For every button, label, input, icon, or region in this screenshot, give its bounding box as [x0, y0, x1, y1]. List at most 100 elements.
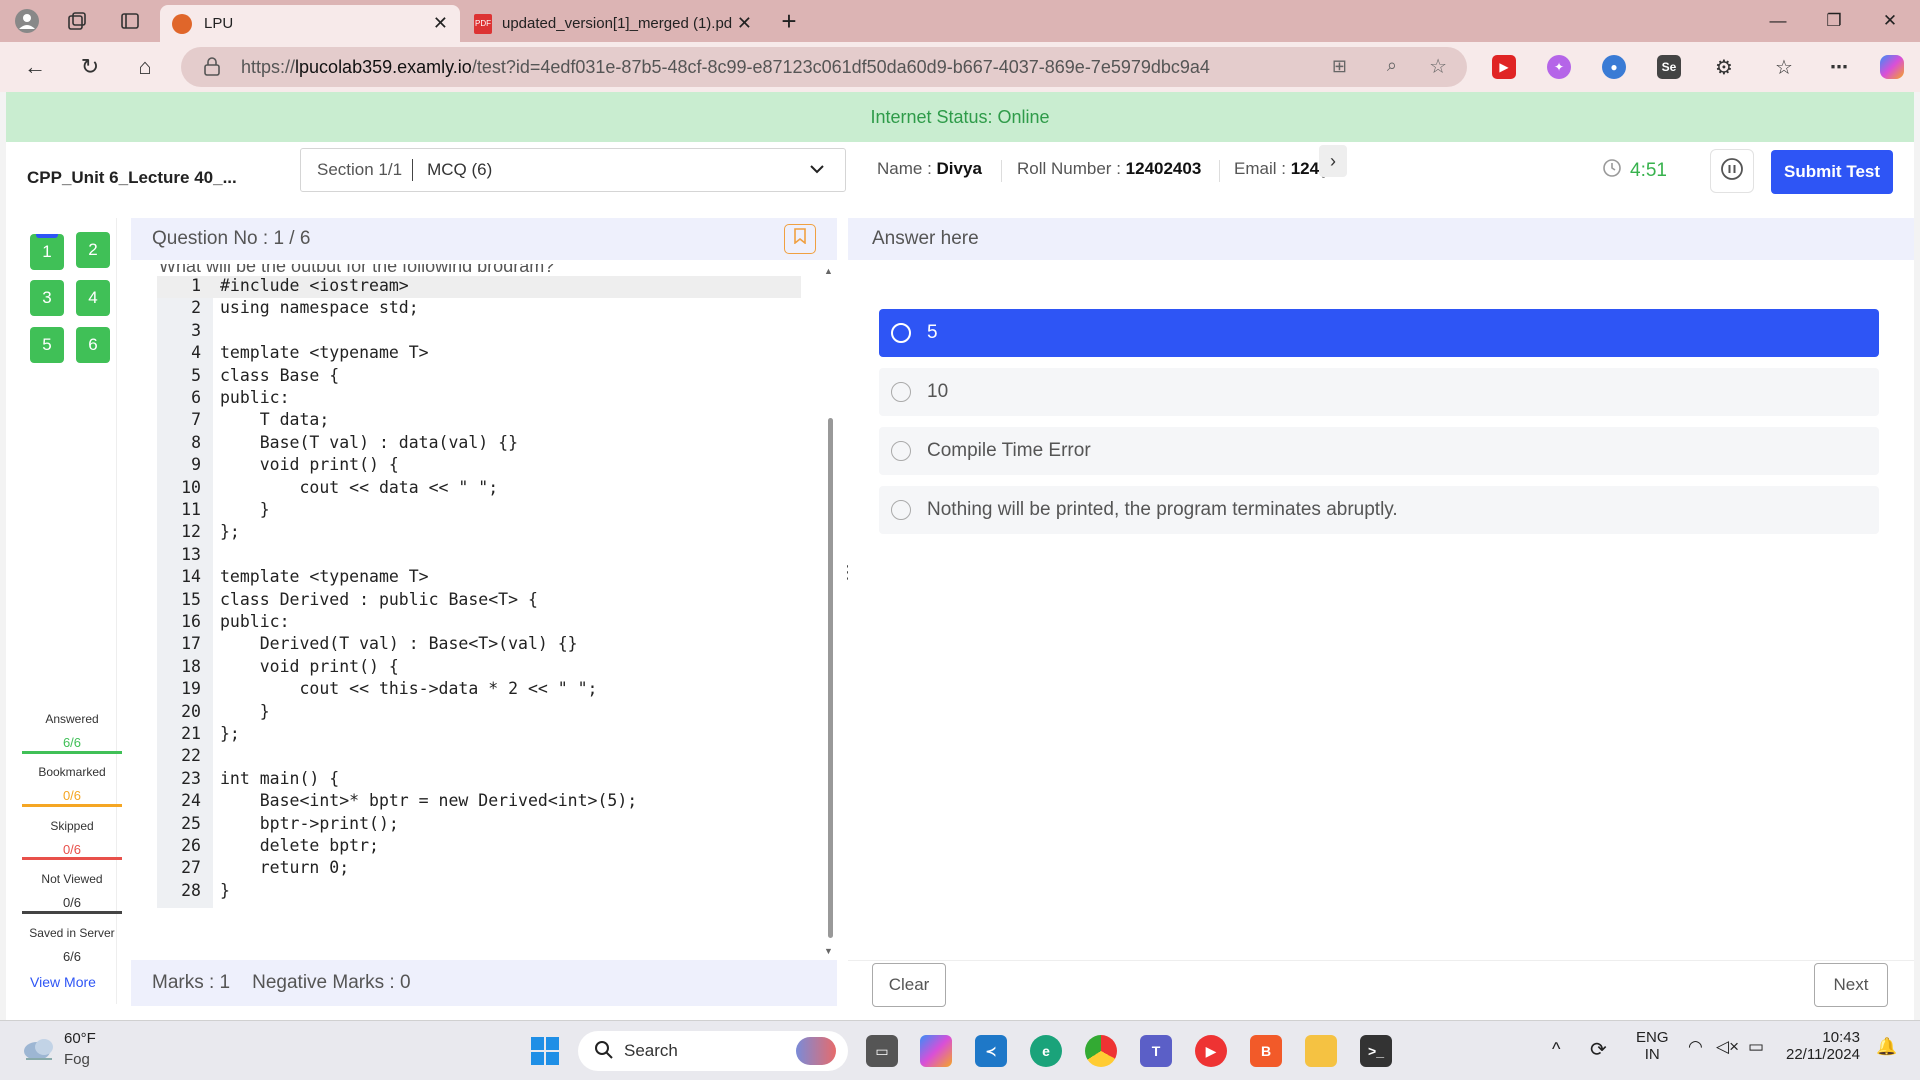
battery-icon[interactable]: ▭ [1748, 1037, 1764, 1057]
scrollbar[interactable] [828, 418, 833, 938]
file-explorer-icon[interactable] [1305, 1035, 1337, 1067]
radio-icon[interactable] [891, 500, 911, 520]
name-value: Divya [936, 159, 982, 178]
copilot-icon[interactable] [1880, 55, 1904, 79]
task-view-icon[interactable]: ▭ [866, 1035, 898, 1067]
pause-button[interactable] [1710, 149, 1754, 193]
new-tab-icon[interactable]: + [776, 6, 802, 36]
taskbar-search[interactable]: Search [578, 1031, 848, 1071]
question-button-5[interactable]: 5 [30, 327, 64, 363]
code-line: 16 public: [157, 612, 801, 634]
next-button[interactable]: Next [1814, 963, 1888, 1007]
legend-bar [22, 911, 122, 914]
address-bar-row: ← ↻ ⌂ https://lpucolab359.examly.io/test… [0, 42, 1920, 92]
teams-icon[interactable]: T [1140, 1035, 1172, 1067]
question-button-1[interactable]: 1 [30, 234, 64, 270]
sync-icon[interactable]: ⟳ [1590, 1037, 1607, 1062]
more-menu-icon[interactable]: ⋯ [1827, 55, 1851, 79]
back-icon[interactable]: ← [20, 52, 50, 82]
clear-button[interactable]: Clear [872, 963, 946, 1007]
view-more-link[interactable]: View More [6, 974, 120, 990]
code-line: 6 public: [157, 388, 801, 410]
close-window-icon[interactable]: ✕ [1870, 8, 1910, 34]
zoom-icon[interactable]: ⌕ [1387, 55, 1397, 76]
option-2[interactable]: 10 [879, 368, 1879, 416]
legend-label: Skipped [50, 819, 94, 833]
wifi-icon[interactable]: ◠ [1688, 1037, 1703, 1057]
section-dropdown[interactable]: Section 1/1 MCQ (6) [300, 148, 846, 192]
language-indicator[interactable]: ENG IN [1636, 1029, 1669, 1063]
url-input[interactable]: https://lpucolab359.examly.io/test?id=4e… [181, 47, 1467, 87]
edge-icon[interactable]: e [1030, 1035, 1062, 1067]
search-label: Search [624, 1041, 678, 1060]
selenium-ext-icon[interactable]: Se [1657, 55, 1681, 79]
legend-count: 6/6 [62, 735, 82, 750]
home-icon[interactable]: ⌂ [130, 52, 160, 82]
code-text: using namespace std; [220, 298, 419, 318]
submit-test-button[interactable]: Submit Test [1771, 150, 1893, 194]
line-number: 18 [181, 656, 201, 676]
tab-actions-icon[interactable] [117, 8, 143, 34]
terminal-icon[interactable]: >_ [1360, 1035, 1392, 1067]
option-1[interactable]: 5 [879, 309, 1879, 357]
ext-blue-icon[interactable]: ● [1602, 55, 1626, 79]
line-number: 20 [181, 701, 201, 721]
profile-icon[interactable] [14, 8, 40, 34]
minimize-icon[interactable]: — [1758, 8, 1798, 34]
favorite-star-icon[interactable]: ☆ [1429, 54, 1447, 79]
youtube-ext-icon[interactable]: ▶ [1492, 55, 1516, 79]
app-view-icon[interactable]: ⊞ [1332, 56, 1347, 77]
ext-brain-icon[interactable]: ✦ [1547, 55, 1571, 79]
close-tab-icon[interactable]: ✕ [433, 13, 448, 34]
brave-icon[interactable]: B [1250, 1035, 1282, 1067]
tab-lpu[interactable]: LPU ✕ [160, 5, 460, 42]
refresh-icon[interactable]: ↻ [75, 52, 105, 82]
favorites-icon[interactable]: ☆ [1772, 55, 1796, 79]
course-title: CPP_Unit 6_Lecture 40_... [27, 168, 237, 187]
copilot-taskbar-icon[interactable] [920, 1035, 952, 1067]
close-tab-icon[interactable]: ✕ [737, 13, 752, 34]
media-player-icon[interactable]: ▶ [1195, 1035, 1227, 1067]
chrome-icon[interactable] [1085, 1035, 1117, 1067]
line-number: 15 [181, 589, 201, 609]
divider [1219, 160, 1220, 182]
question-button-3[interactable]: 3 [30, 280, 64, 316]
clock[interactable]: 10:43 22/11/2024 [1786, 1029, 1860, 1063]
code-text: void print() { [220, 656, 399, 676]
chevron-right-icon[interactable]: › [1319, 145, 1347, 177]
question-button-6[interactable]: 6 [76, 327, 110, 363]
code-text: delete bptr; [220, 836, 379, 855]
chevron-up-icon[interactable]: ^ [1552, 1039, 1560, 1060]
restore-icon[interactable]: ❐ [1814, 8, 1854, 34]
extensions-icon[interactable]: ⚙ [1712, 55, 1736, 79]
notification-bell-icon[interactable]: 🔔 [1876, 1037, 1897, 1057]
line-number: 28 [181, 880, 201, 900]
bookmark-button[interactable] [784, 224, 816, 254]
legend-bar [22, 857, 122, 860]
question-button-4[interactable]: 4 [76, 280, 110, 316]
option-3[interactable]: Compile Time Error [879, 427, 1879, 475]
speaker-muted-icon[interactable]: ◁× [1716, 1037, 1739, 1057]
windows-taskbar: 60°F Fog Search ▭ ≺ e T ▶ B >_ ^ ⟳ ENG I… [0, 1020, 1920, 1080]
question-button-2[interactable]: 2 [76, 232, 110, 268]
line-number: 11 [181, 500, 201, 519]
vscode-icon[interactable]: ≺ [975, 1035, 1007, 1067]
radio-icon[interactable] [891, 441, 911, 461]
tab-pdf[interactable]: PDF updated_version[1]_merged (1).pd ✕ [464, 5, 764, 42]
radio-icon[interactable] [891, 382, 911, 402]
legend-bar [22, 751, 122, 754]
line-number: 21 [181, 724, 201, 743]
timer-value: 4:51 [1630, 160, 1667, 181]
code-line: 1 #include <iostream> [157, 276, 801, 299]
code-line: 23 int main() { [157, 769, 801, 791]
lock-icon[interactable] [203, 57, 221, 82]
option-4[interactable]: Nothing will be printed, the program ter… [879, 486, 1879, 534]
legend-label: Saved in Server [29, 926, 115, 940]
scroll-up-icon[interactable]: ▲ [824, 266, 833, 276]
weather-cloud-icon[interactable] [22, 1035, 56, 1068]
scroll-down-icon[interactable]: ▼ [824, 946, 833, 956]
windows-start-icon[interactable] [529, 1035, 561, 1067]
workspaces-icon[interactable] [64, 8, 90, 34]
code-line: 17 Derived(T val) : Base<T>(val) {} [157, 634, 801, 656]
radio-icon[interactable] [891, 323, 911, 343]
